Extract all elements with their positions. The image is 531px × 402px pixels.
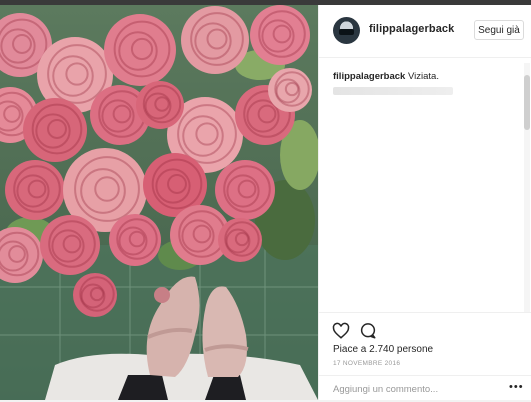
post-header: filippalagerback Segui già (319, 5, 531, 58)
post-caption: filippalagerback Viziata. (333, 71, 518, 82)
scrollbar-thumb[interactable] (524, 75, 530, 130)
post-photo[interactable] (0, 5, 318, 400)
caption-text: Viziata. (407, 71, 439, 82)
shoe-bow (154, 287, 170, 303)
comment-input[interactable] (333, 382, 493, 396)
comment-row: ••• (319, 375, 531, 402)
caption-faded-line (333, 87, 453, 95)
photo-roses-and-shoes (0, 5, 318, 400)
heart-icon[interactable] (332, 322, 350, 340)
post-actions: Piace a 2.740 persone 17 NOVEMBRE 2016 •… (319, 312, 531, 401)
post-date: 17 NOVEMBRE 2016 (333, 360, 401, 367)
likes-count[interactable]: Piace a 2.740 persone (333, 344, 433, 355)
caption-username[interactable]: filippalagerback (333, 71, 405, 82)
more-options-icon[interactable]: ••• (509, 381, 524, 393)
username-link[interactable]: filippalagerback (369, 23, 454, 35)
comments-scrollbar[interactable] (524, 63, 530, 313)
post-side-panel: filippalagerback Segui già filippalagerb… (318, 5, 531, 400)
follow-button[interactable]: Segui già (474, 20, 524, 40)
avatar[interactable] (333, 17, 360, 44)
comment-icon[interactable] (359, 322, 377, 340)
